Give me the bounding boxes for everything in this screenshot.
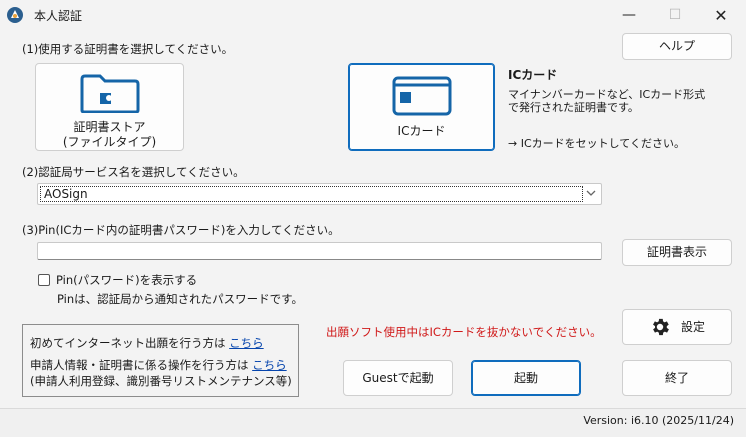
first-time-link[interactable]: こちら [229,336,264,350]
step3-label: (3)Pin(ICカード内の証明書パスワード)を入力してください。 [22,223,340,237]
first-time-text: 初めてインターネット出願を行う方は [30,336,226,350]
warning-message: 出願ソフト使用中はICカードを抜かないでください。 [326,325,602,339]
show-certificate-button[interactable]: 証明書表示 [622,239,732,266]
show-pin-label[interactable]: Pin(パスワード)を表示する [56,272,197,288]
gear-icon [649,316,671,338]
ic-card-button[interactable]: ICカード [348,63,495,151]
pin-note: Pinは、認証局から通知されたパスワードです。 [57,292,304,306]
applicant-link[interactable]: こちら [252,358,287,372]
exit-button[interactable]: 終了 [622,360,732,396]
version-label: Version: i6.10 (2025/11/24) [583,414,734,427]
folder-icon [80,73,140,117]
step1-label: (1)使用する証明書を選択してください。 [22,42,234,56]
cert-store-label-line1: 証明書ストア [73,120,146,134]
pin-input[interactable] [37,242,602,260]
settings-label: 設定 [680,319,705,334]
ca-service-select[interactable]: AOSign [37,183,602,205]
chevron-down-icon [585,187,597,202]
maximize-button[interactable]: ☐ [652,0,698,30]
app-icon [6,6,24,24]
ic-card-desc-line2: で発行された証明書です。 [508,101,639,114]
first-time-line: 初めてインターネット出願を行う方は こちら [30,335,264,351]
cert-store-label-line2: (ファイルタイプ) [62,135,157,149]
ic-card-desc-title: ICカード [508,68,558,82]
window-title: 本人認証 [34,9,83,23]
close-button[interactable]: ✕ [698,0,744,30]
ic-card-label: ICカード [397,124,446,138]
show-pin-checkbox[interactable] [38,274,50,286]
applicant-note: (申請人利用登録、識別番号リストメンテナンス等) [30,374,292,388]
ca-service-selected: AOSign [40,186,583,202]
applicant-text: 申請人情報・証明書に係る操作を行う方は [30,358,249,372]
applicant-line: 申請人情報・証明書に係る操作を行う方は こちら [30,357,287,373]
minimize-button[interactable]: — [606,0,652,30]
card-icon [392,76,452,120]
step2-label: (2)認証局サービス名を選択してください。 [22,165,245,179]
start-button[interactable]: 起動 [471,360,581,396]
guest-start-button[interactable]: Guestで起動 [343,360,453,396]
help-button[interactable]: ヘルプ [622,33,732,60]
ic-card-instruction: → ICカードをセットしてください。 [508,137,685,150]
settings-button[interactable]: 設定 [622,309,732,345]
cert-store-button[interactable]: 証明書ストア (ファイルタイプ) [35,63,184,151]
